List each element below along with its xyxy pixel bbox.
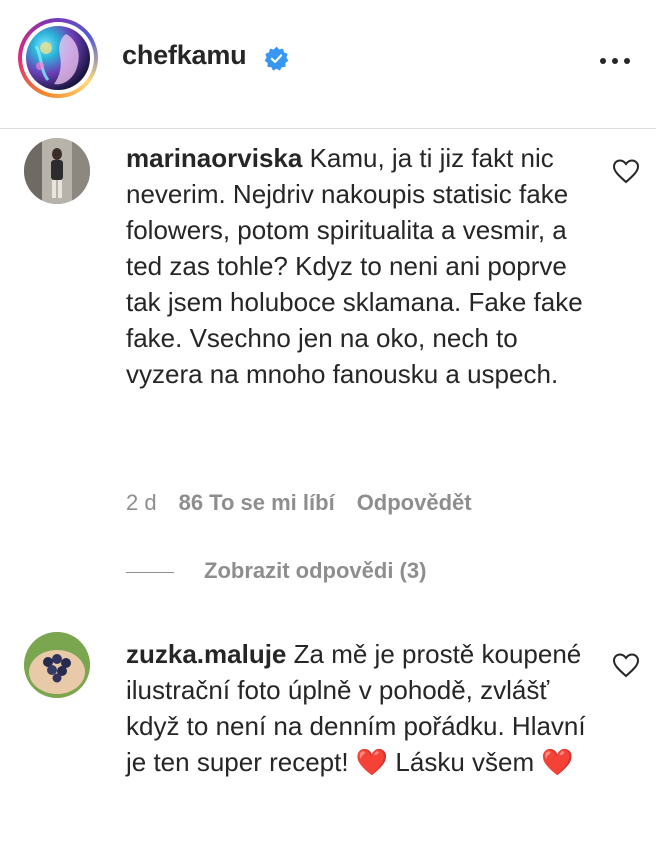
comment-body: zuzka.maluje Za mě je prostě koupené ilu… (126, 636, 596, 780)
comment-likes[interactable]: 86 To se mi líbí (179, 490, 335, 515)
comment-age: 2 d (126, 490, 157, 515)
commenter-avatar[interactable] (24, 138, 90, 204)
comment-body: marinaorviska Kamu, ja ti jiz fakt nic n… (126, 140, 596, 392)
view-replies-button[interactable]: Zobrazit odpovědi (3) (126, 558, 426, 584)
comment-meta: 2 d 86 To se mi líbí Odpovědět (126, 490, 494, 516)
commenter-avatar[interactable] (24, 632, 90, 698)
author-avatar[interactable] (18, 18, 98, 98)
commenter-username[interactable]: zuzka.maluje (126, 639, 286, 669)
more-options-icon[interactable] (598, 46, 632, 76)
like-heart-icon[interactable] (612, 652, 640, 678)
view-replies-label: Zobrazit odpovědi (3) (204, 558, 427, 583)
post-header: chefkamu (0, 0, 656, 122)
verified-badge-icon (264, 46, 289, 71)
commenter-username[interactable]: marinaorviska (126, 143, 302, 173)
like-heart-icon[interactable] (612, 158, 640, 184)
divider (0, 128, 656, 129)
replies-line (126, 571, 174, 573)
reply-button[interactable]: Odpovědět (357, 490, 472, 515)
comment-text: Kamu, ja ti jiz fakt nic neverim. Nejdri… (126, 143, 583, 389)
author-username[interactable]: chefkamu (122, 40, 247, 71)
